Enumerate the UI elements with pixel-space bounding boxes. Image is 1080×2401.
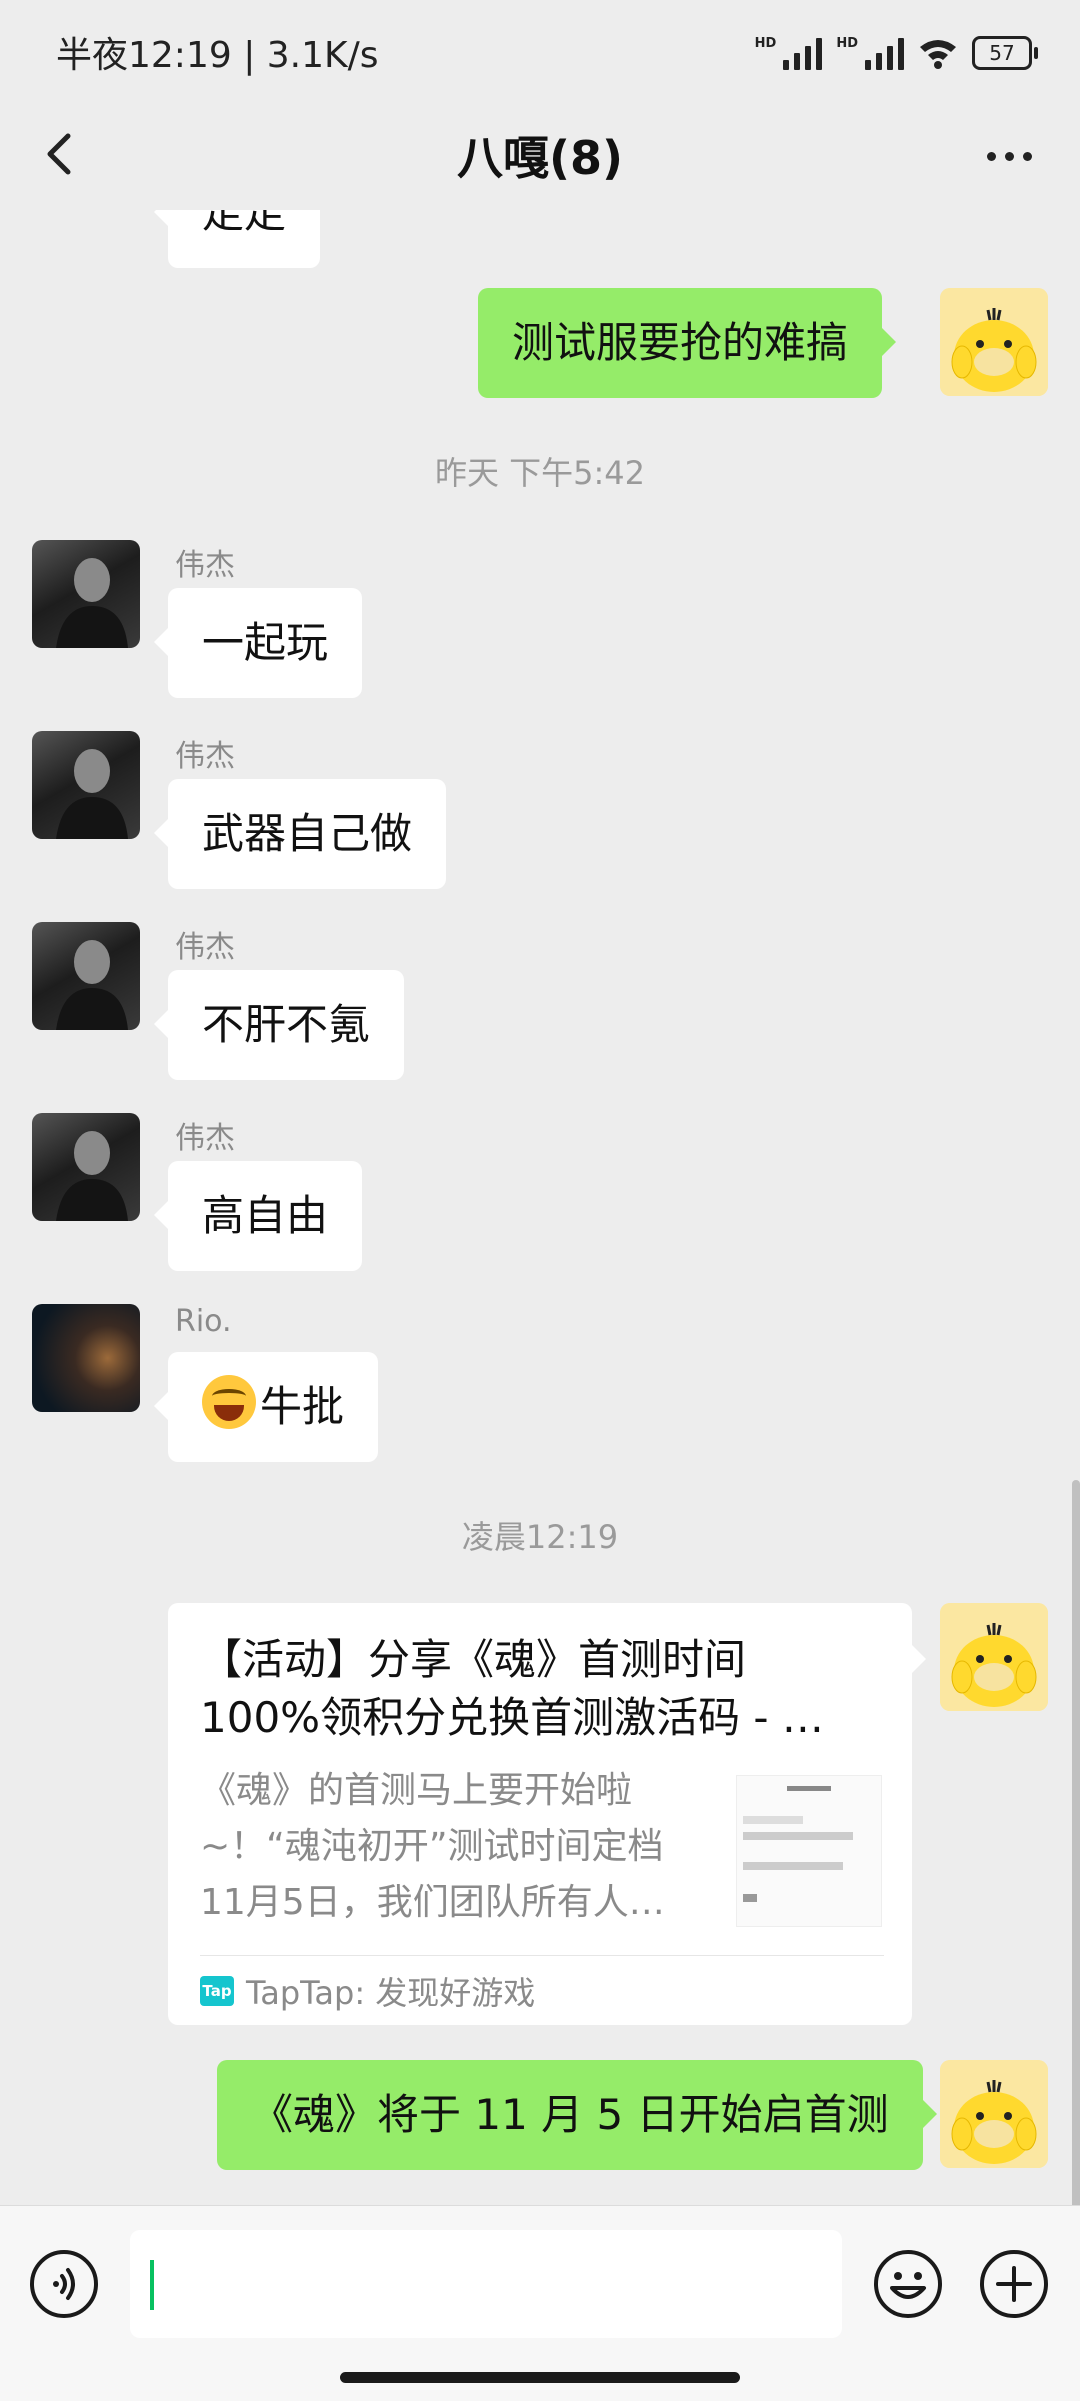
text-caret — [150, 2260, 154, 2310]
my-avatar[interactable] — [940, 288, 1048, 396]
avatar-weijie[interactable] — [32, 922, 140, 1030]
message-bubble-incoming[interactable]: 一起玩 — [153, 588, 363, 698]
more-options-icon[interactable] — [974, 128, 1044, 184]
my-avatar[interactable] — [940, 1603, 1048, 1711]
sender-name: 伟杰 — [175, 548, 235, 583]
battery-icon: 57 — [972, 36, 1038, 70]
duck-avatar-icon — [940, 288, 1048, 396]
plus-icon[interactable] — [978, 2248, 1050, 2320]
person-photo-icon — [56, 558, 128, 648]
card-thumbnail — [736, 1775, 882, 1927]
wifi-icon — [920, 40, 956, 69]
tears-of-joy-emoji-icon — [202, 1375, 256, 1429]
message-bubble-incoming[interactable]: 不肝不氪 — [153, 970, 405, 1080]
scrollbar[interactable] — [1072, 1480, 1080, 2205]
message-bubble-outgoing[interactable]: 测试服要抢的难搞 — [478, 288, 897, 398]
timestamp: 昨天 下午5:42 — [434, 454, 646, 492]
signal-1-icon: HD — [755, 36, 823, 70]
avatar-rio[interactable] — [32, 1304, 140, 1412]
duck-avatar-icon — [940, 1603, 1048, 1711]
status-time-speed: 半夜12:19 | 3.1K/s — [56, 35, 379, 76]
taptap-logo-icon: Tap — [200, 1976, 234, 2006]
message-bubble-outgoing[interactable]: 《魂》将于 11 月 5 日开始启首测 — [217, 2060, 937, 2170]
signal-2-icon: HD — [836, 36, 904, 70]
card-title: 【活动】分享《魂》首测时间 100%领积分兑换首测激活码 - … — [200, 1635, 824, 1742]
status-bar: 半夜12:19 | 3.1K/s HD HD 57 — [0, 0, 1080, 104]
emoji-icon[interactable] — [872, 2248, 944, 2320]
message-bubble-incoming[interactable]: 武器自己做 — [153, 779, 447, 889]
card-divider — [200, 1955, 884, 1956]
message-list[interactable]: 走走 测试服要抢的难搞 昨天 下午5:42 伟杰 一起玩 伟杰 武器自己做 伟杰… — [0, 210, 1080, 2205]
message-bubble-incoming[interactable]: 走走 — [153, 210, 321, 268]
message-input[interactable] — [130, 2230, 842, 2338]
avatar-weijie[interactable] — [32, 540, 140, 648]
person-photo-icon — [56, 940, 128, 1030]
sender-name: 伟杰 — [175, 1121, 235, 1156]
avatar-weijie[interactable] — [32, 1113, 140, 1221]
voice-input-icon[interactable] — [28, 2248, 100, 2320]
person-photo-icon — [56, 749, 128, 839]
shared-link-card[interactable]: 【活动】分享《魂》首测时间 100%领积分兑换首测激活码 - … 《魂》的首测马… — [168, 1603, 926, 2025]
timestamp: 凌晨12:19 — [461, 1518, 619, 1556]
status-icons: HD HD 57 — [755, 30, 1038, 76]
sender-name: 伟杰 — [175, 739, 235, 774]
message-bubble-incoming[interactable]: 牛批 — [153, 1352, 379, 1462]
sender-name: 伟杰 — [175, 930, 235, 965]
card-description: 《魂》的首测马上要开始啦 ~！“魂沌初开”测试时间定档 11月5日，我们团队所有… — [200, 1770, 665, 1923]
input-bar — [0, 2205, 1080, 2401]
duck-avatar-icon — [940, 2060, 1048, 2168]
sender-name: Rio. — [175, 1304, 232, 1339]
card-source: Tap TapTap: 发现好游戏 — [200, 1963, 535, 2019]
avatar-weijie[interactable] — [32, 731, 140, 839]
chat-header: 八嘎(8) — [0, 104, 1080, 208]
message-bubble-incoming[interactable]: 高自由 — [153, 1161, 363, 1271]
home-indicator[interactable] — [340, 2372, 740, 2383]
my-avatar[interactable] — [940, 2060, 1048, 2168]
chat-title: 八嘎(8) — [456, 131, 624, 185]
person-photo-icon — [56, 1131, 128, 1221]
